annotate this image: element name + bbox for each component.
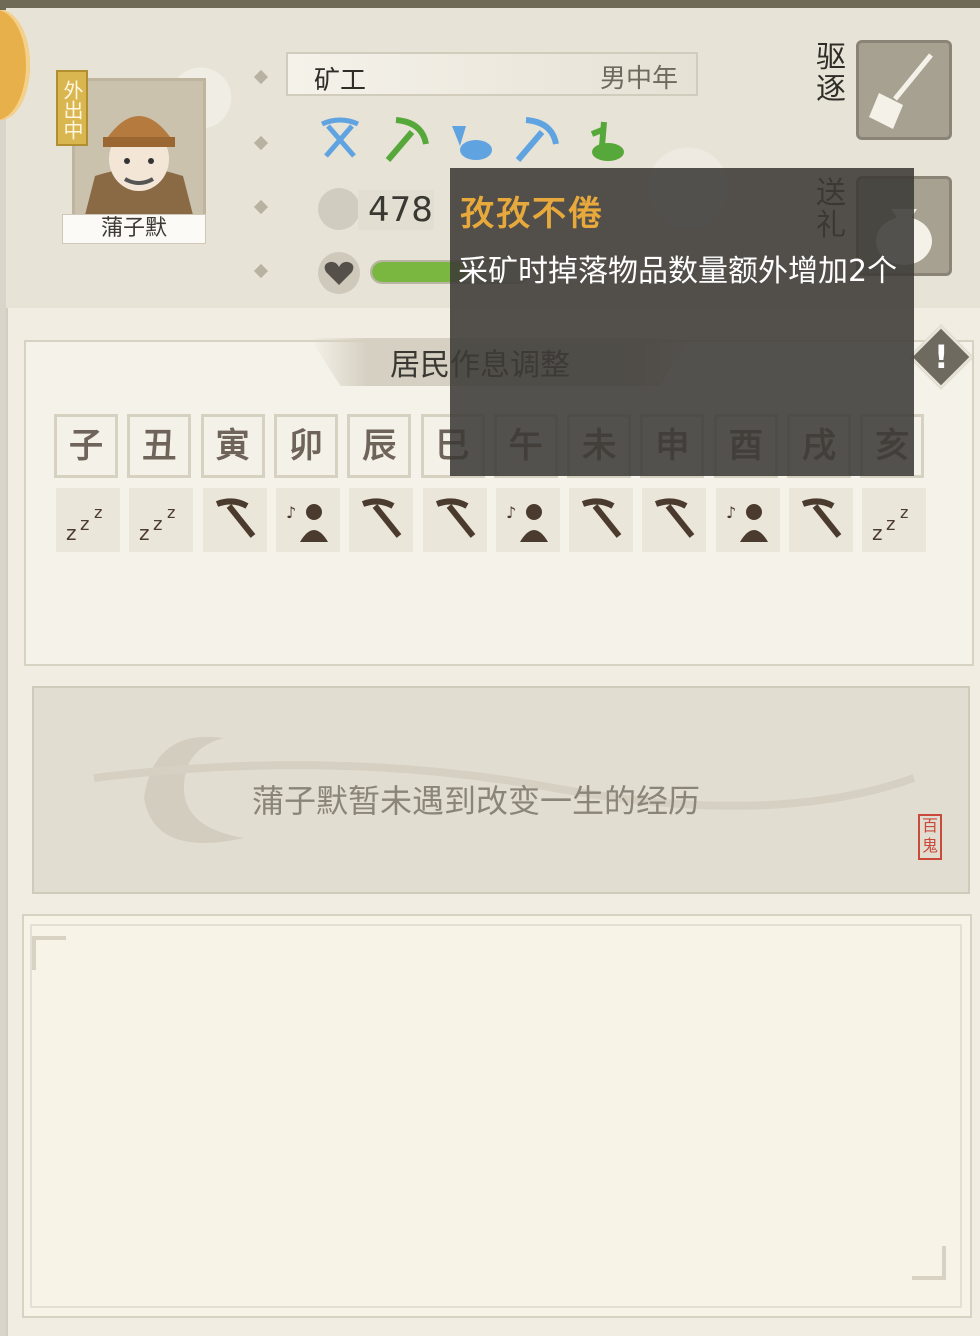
expel-label: 驱逐 <box>816 40 846 107</box>
broom-icon <box>869 53 933 129</box>
activity-leisure-icon[interactable]: ♪ <box>715 488 780 552</box>
svg-text:z: z <box>886 514 895 535</box>
hour-cell: 丑 <box>127 414 192 478</box>
svg-text:z: z <box>153 514 162 535</box>
tooltip-description: 采矿时掉落物品数量额外增加2个 <box>458 254 898 289</box>
activity-sleep-icon[interactable]: zzz <box>56 488 120 552</box>
experience-text: 蒲子默暂未遇到改变一生的经历 <box>252 782 701 820</box>
svg-text:z: z <box>167 503 175 522</box>
svg-text:z: z <box>80 514 89 535</box>
svg-text:♪: ♪ <box>286 503 296 522</box>
corner-ornament <box>32 936 66 970</box>
activity-sleep-icon[interactable]: zzz <box>129 488 194 552</box>
svg-text:z: z <box>66 521 77 544</box>
warning-mark: ! <box>934 338 949 376</box>
activity-pickaxe-icon[interactable] <box>569 488 634 552</box>
log-inner <box>30 924 962 1308</box>
hour-cell: 卯 <box>273 414 338 478</box>
activity-pickaxe-icon[interactable] <box>422 488 487 552</box>
job-bar: 矿工 男中年 <box>286 52 698 96</box>
pickaxe-icon[interactable] <box>512 116 560 164</box>
tooltip-title: 孜孜不倦 <box>460 194 604 234</box>
heart-icon <box>318 252 360 294</box>
activity-pickaxe-icon[interactable] <box>202 488 267 552</box>
activity-sleep-icon[interactable]: zzz <box>862 488 927 552</box>
stat-icon <box>318 188 360 230</box>
ore-pile-icon[interactable] <box>446 116 494 164</box>
skill-icons <box>316 116 636 164</box>
job-label: 矿工 <box>314 66 367 96</box>
hour-cell: 寅 <box>200 414 265 478</box>
corner-ornament <box>912 1246 946 1280</box>
svg-text:z: z <box>900 503 908 522</box>
activity-leisure-icon[interactable]: ♪ <box>275 488 340 552</box>
hour-cell: 辰 <box>347 414 412 478</box>
svg-text:♪: ♪ <box>726 503 736 522</box>
activity-leisure-icon[interactable]: ♪ <box>495 488 560 552</box>
activity-pickaxe-icon[interactable] <box>642 488 707 552</box>
status-tag: 外出中 <box>56 70 88 146</box>
resident-name: 蒲子默 <box>62 214 206 244</box>
shovel-dirt-icon[interactable] <box>578 116 626 164</box>
hour-cell: 子 <box>54 414 118 478</box>
expel-button[interactable] <box>856 40 952 140</box>
svg-text:z: z <box>139 521 150 544</box>
svg-text:♪: ♪ <box>506 503 516 522</box>
resident-attributes: 男中年 <box>599 64 678 94</box>
seal-stamp: 百鬼 <box>918 814 942 860</box>
stat-value: 478 <box>358 190 434 230</box>
svg-text:z: z <box>872 521 883 544</box>
svg-text:z: z <box>94 503 102 522</box>
activity-pickaxe-icon[interactable] <box>789 488 853 552</box>
activity-pickaxe-icon[interactable] <box>349 488 414 552</box>
miner-avatar-icon <box>75 81 203 215</box>
resident-portrait[interactable] <box>72 78 206 218</box>
pickaxe-icon[interactable] <box>382 116 430 164</box>
crossed-pickaxes-icon[interactable] <box>316 116 364 164</box>
